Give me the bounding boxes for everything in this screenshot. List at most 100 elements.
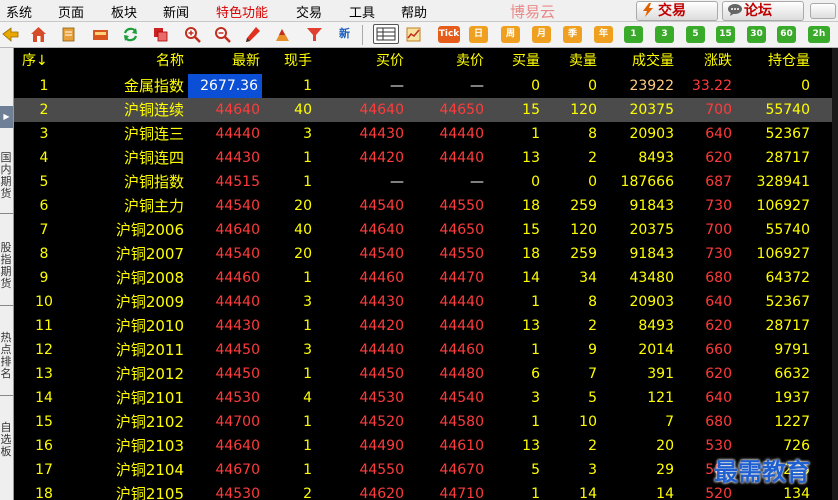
menu-system[interactable]: 系统: [6, 2, 32, 21]
zoom-in-icon[interactable]: [184, 26, 201, 43]
chat-icon: [727, 3, 742, 17]
cell-ask: 44540: [439, 390, 484, 406]
cell-name: 沪铜2105: [115, 485, 184, 500]
column-header-last[interactable]: 最新: [194, 48, 260, 74]
menu-sector[interactable]: 板块: [111, 2, 137, 21]
draw-icon[interactable]: [274, 26, 291, 43]
toolbar: 新 Tick 日 周 月 季 年 1 3 5 15 30 60 2h: [0, 22, 838, 48]
cell-volume-now: 1: [303, 174, 312, 190]
trade-button[interactable]: 交易: [636, 1, 718, 21]
column-header-ask[interactable]: 卖价: [414, 48, 484, 74]
cell-volume: 20375: [629, 222, 674, 238]
period-quarter-button[interactable]: 季: [563, 26, 582, 43]
table-row[interactable]: 4 沪铜连四 44430 1 44420 44440 13 2 8493 620 28717: [14, 146, 838, 170]
table-row[interactable]: 14 沪铜2101 44530 4 44530 44540 3 5 121 640 1937: [14, 386, 838, 410]
column-header-bid-vol[interactable]: 买量: [498, 48, 540, 74]
cell-oi: 52367: [765, 294, 810, 310]
table-row[interactable]: 10 沪铜2009 44440 3 44430 44440 1 8 20903 640 52367: [14, 290, 838, 314]
table-row[interactable]: 2 沪铜连续 44640 40 44640 44650 15 120 20375 700 55740: [14, 98, 838, 122]
menu-trade[interactable]: 交易: [296, 2, 322, 21]
minute-5-button[interactable]: 5: [686, 26, 705, 43]
period-day-button[interactable]: 日: [469, 26, 488, 43]
menu-news[interactable]: 新闻: [163, 2, 189, 21]
funnel-icon[interactable]: [306, 26, 323, 43]
sidebar-tab-index-futures[interactable]: 股指期货: [0, 242, 13, 290]
cell-ask: —: [470, 174, 484, 190]
cell-seq: 2: [39, 102, 49, 118]
forum-button[interactable]: 论坛: [722, 1, 804, 21]
cell-ask: —: [470, 78, 484, 94]
table-row[interactable]: 5 沪铜指数 44515 1 — — 0 0 187666 687 328941: [14, 170, 838, 194]
new-button[interactable]: 新: [339, 25, 350, 41]
menu-help[interactable]: 帮助: [401, 2, 427, 21]
minute-1-button[interactable]: 1: [624, 26, 643, 43]
period-week-button[interactable]: 周: [501, 26, 520, 43]
table-row[interactable]: 9 沪铜2008 44460 1 44460 44470 14 34 43480 680 64372: [14, 266, 838, 290]
pen-icon[interactable]: [244, 26, 261, 43]
list-view-icon[interactable]: [373, 24, 399, 44]
column-header-name[interactable]: 名称: [114, 48, 184, 74]
cell-seq: 15: [35, 414, 53, 430]
column-header-bid[interactable]: 买价: [334, 48, 404, 74]
cell-bid-vol: 1: [531, 486, 540, 500]
cell-oi: 55740: [765, 222, 810, 238]
minute-15-button[interactable]: 15: [716, 26, 735, 43]
table-row[interactable]: 12 沪铜2011 44450 3 44440 44460 1 9 2014 660 9791: [14, 338, 838, 362]
cell-bid-vol: 3: [531, 390, 540, 406]
menu-page[interactable]: 页面: [58, 2, 84, 21]
minute-60-button[interactable]: 60: [777, 26, 796, 43]
window-icon[interactable]: [152, 26, 169, 43]
minute-3-button[interactable]: 3: [655, 26, 674, 43]
column-header-volume-now[interactable]: 现手: [264, 48, 312, 74]
table-row[interactable]: 15 沪铜2102 44700 1 44520 44580 1 10 7 680 1227: [14, 410, 838, 434]
cell-seq: 5: [39, 174, 49, 190]
cell-ask-vol: 0: [588, 174, 597, 190]
right-scroll-strip[interactable]: [832, 48, 838, 500]
cell-ask-vol: 120: [570, 222, 597, 238]
sidebar-tab-hot-ranking[interactable]: 热点排名: [0, 332, 13, 380]
table-row[interactable]: 1 金属指数 2677.36 1 — — 0 0 23922 33.22 0: [14, 74, 838, 98]
table-row[interactable]: 8 沪铜2007 44540 20 44540 44550 18 259 91843 730 106…: [14, 242, 838, 266]
period-month-button[interactable]: 月: [532, 26, 551, 43]
table-row[interactable]: 11 沪铜2010 44430 1 44420 44440 13 2 8493 620 28717: [14, 314, 838, 338]
cell-name: 沪铜指数: [123, 173, 184, 191]
table-row[interactable]: 13 沪铜2012 44450 1 44450 44480 6 7 391 620 6632: [14, 362, 838, 386]
sidebar-tab-watchlist[interactable]: 自选板: [0, 422, 13, 458]
hour-2-button[interactable]: 2h: [808, 26, 830, 43]
zoom-out-icon[interactable]: [214, 26, 231, 43]
sidebar-tab-domestic-futures[interactable]: 国内期货: [0, 152, 13, 200]
cell-last: 44530: [215, 390, 260, 406]
column-header-volume[interactable]: 成交量: [608, 48, 674, 74]
cell-bid: 44530: [359, 390, 404, 406]
cell-seq: 9: [39, 270, 49, 286]
column-header-change[interactable]: 涨跌: [682, 48, 732, 74]
period-year-button[interactable]: 年: [594, 26, 613, 43]
menu-tools[interactable]: 工具: [349, 2, 375, 21]
sidebar-toggle-arrow[interactable]: ▶: [0, 106, 13, 128]
stack-icon[interactable]: [60, 26, 77, 43]
cell-bid: 44540: [359, 198, 404, 214]
home-icon[interactable]: [30, 26, 47, 43]
column-header-oi[interactable]: 持仓量: [740, 48, 810, 74]
table-row[interactable]: 3 沪铜连三 44440 3 44430 44440 1 8 20903 640 52367: [14, 122, 838, 146]
cell-volume-now: 20: [294, 198, 312, 214]
cell-volume-now: 3: [303, 294, 312, 310]
refresh-icon[interactable]: [122, 26, 139, 43]
box-icon[interactable]: [92, 26, 109, 43]
column-header-seq[interactable]: 序↓: [22, 48, 66, 74]
minute-30-button[interactable]: 30: [747, 26, 766, 43]
cell-ask-vol: 7: [588, 366, 597, 382]
cell-volume: 43480: [629, 270, 674, 286]
cell-volume: 20903: [629, 126, 674, 142]
menu-features[interactable]: 特色功能: [216, 2, 268, 21]
cell-bid-vol: 18: [522, 198, 540, 214]
table-row[interactable]: 6 沪铜主力 44540 20 44540 44550 18 259 91843 730 10692…: [14, 194, 838, 218]
column-header-ask-vol[interactable]: 卖量: [552, 48, 597, 74]
back-icon[interactable]: [2, 26, 19, 43]
table-row[interactable]: 7 沪铜2006 44640 40 44640 44650 15 120 20375 700 557…: [14, 218, 838, 242]
more-button[interactable]: [810, 3, 836, 19]
cell-ask-vol: 120: [570, 102, 597, 118]
sidebar-tab-label: 热点排名: [0, 331, 12, 380]
chart-icon[interactable]: [405, 26, 422, 43]
tick-button[interactable]: Tick: [438, 26, 460, 43]
